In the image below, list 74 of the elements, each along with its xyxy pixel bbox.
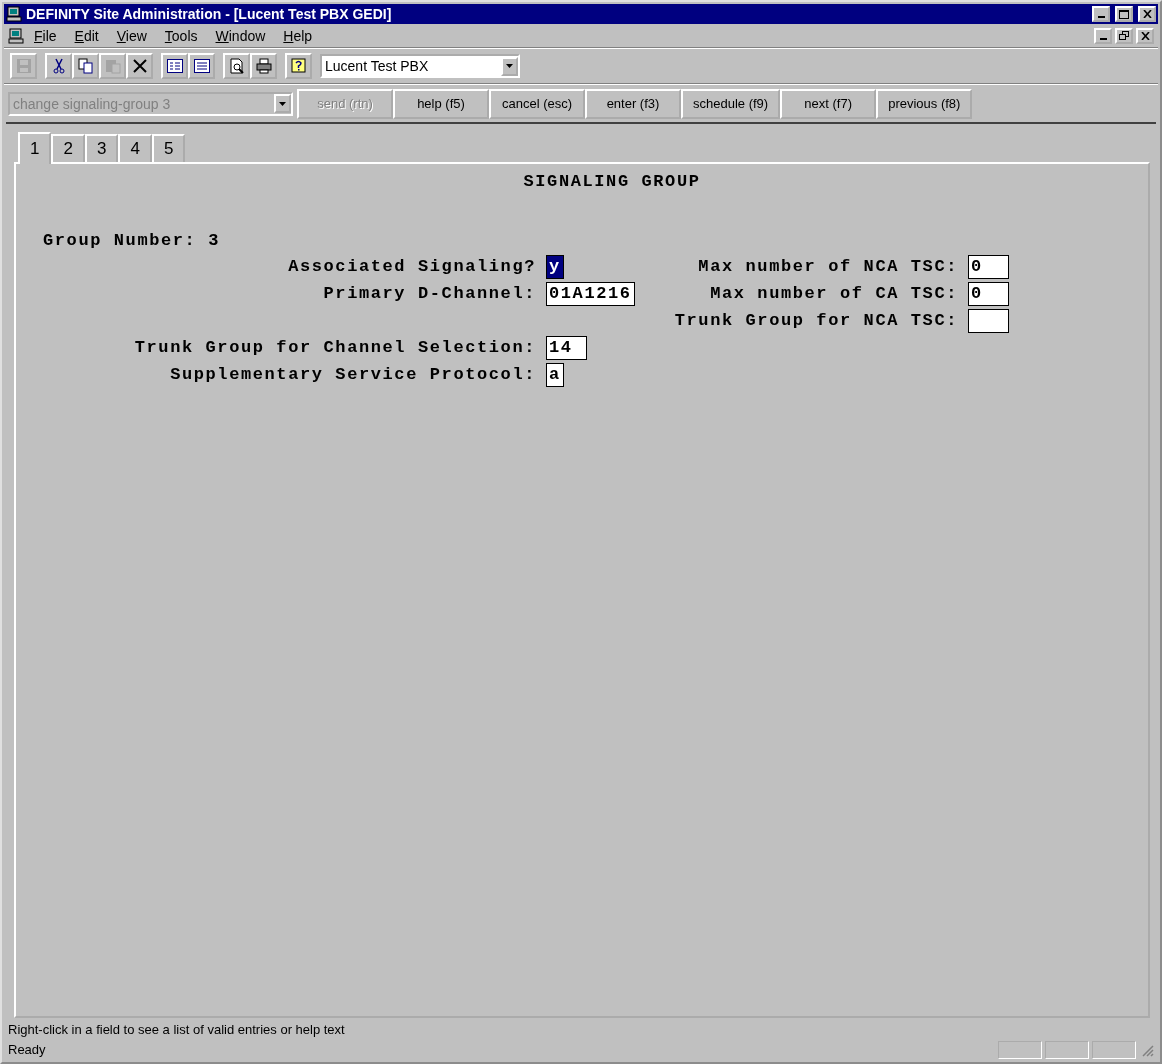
computer-icon [8,27,24,44]
list-icon [193,59,210,73]
status-pane [1092,1041,1136,1059]
menu-item[interactable]: View [108,25,155,46]
command-button[interactable]: next (f7) [780,88,877,119]
toolbar-button[interactable] [250,53,277,79]
page-tab[interactable]: 2 [51,134,85,162]
scissors-icon [50,58,67,74]
input-field[interactable]: 0 [968,254,1010,279]
command-button[interactable]: cancel (esc) [489,88,585,119]
minimize-button[interactable] [1094,27,1112,44]
field-label: Max number of CA TSC: [710,284,959,303]
group-number: Group Number: 3 [43,230,221,250]
status-text: Ready [8,1041,47,1059]
command-button[interactable]: previous (f8) [876,88,973,119]
command-button[interactable]: enter (f3) [585,88,681,119]
page-tab[interactable]: 5 [151,134,186,162]
toolbar-button[interactable] [223,53,250,79]
magnifier-page-icon [228,58,245,74]
toolbar-button[interactable] [45,53,72,79]
toolbar-button[interactable] [188,53,215,79]
menu-item[interactable]: Window [207,25,274,46]
field-label: Supplementary Service Protocol: [170,365,537,384]
close-icon [1142,10,1152,18]
status-pane [1045,1041,1089,1059]
restore-button[interactable] [1115,27,1133,44]
maximize-button[interactable] [1115,6,1133,22]
input-field[interactable]: a [546,362,564,387]
field-label: Trunk Group for Channel Selection: [134,338,537,357]
form-icon [166,59,183,73]
toolbar-button[interactable] [72,53,99,79]
printer-icon [255,58,272,74]
toolbar-button[interactable] [285,53,312,79]
close-button[interactable] [1136,27,1154,44]
close-icon [1140,31,1150,40]
close-icon [131,58,148,74]
input-field[interactable] [968,308,1010,333]
field-label: Associated Signaling? [288,257,537,276]
maximize-icon [1119,9,1129,19]
page-tab[interactable]: 1 [18,132,52,164]
page-tab[interactable]: 3 [84,134,119,162]
field-label: Primary D-Channel: [323,284,537,303]
window-title: DEFINITY Site Administration - [Lucent Test PBX GEDI] [26,6,393,22]
dropdown-arrow-icon [279,101,286,106]
menu-item[interactable]: Help [275,25,321,46]
status-hint: Right-click in a field to see a list of valid entries or help text [8,1021,346,1039]
command-button[interactable]: schedule (f9) [681,88,781,119]
page-tab[interactable]: 4 [118,134,152,162]
computer-icon [6,6,22,22]
menu-item[interactable]: Tools [156,25,206,46]
system-dropdown[interactable]: Lucent Test PBX [320,54,520,78]
command-button[interactable]: help (f5) [393,88,489,119]
clipboard-icon [104,58,121,74]
field-label: Trunk Group for NCA TSC: [674,311,959,330]
input-field[interactable]: 01A1216 [546,281,635,306]
input-field[interactable]: 14 [546,335,588,360]
input-field[interactable]: y [546,254,564,279]
resize-grip-icon [1140,1043,1154,1057]
minimize-button[interactable] [1092,6,1110,22]
toolbar-button[interactable] [161,53,188,79]
minimize-icon [1097,16,1105,18]
minimize-icon [1099,37,1107,40]
close-button[interactable] [1138,6,1156,22]
field-label: Max number of NCA TSC: [698,257,959,276]
restore-icon [1119,31,1129,40]
input-field[interactable]: 0 [968,281,1010,306]
dropdown-arrow-icon [506,64,513,68]
copy-icon [77,58,94,74]
status-pane [998,1041,1042,1059]
menu-item[interactable]: File [26,25,65,46]
form-title: SIGNALING GROUP [523,172,701,191]
menu-item[interactable]: Edit [66,25,107,46]
toolbar-button[interactable] [126,53,153,79]
help-icon [290,58,307,74]
